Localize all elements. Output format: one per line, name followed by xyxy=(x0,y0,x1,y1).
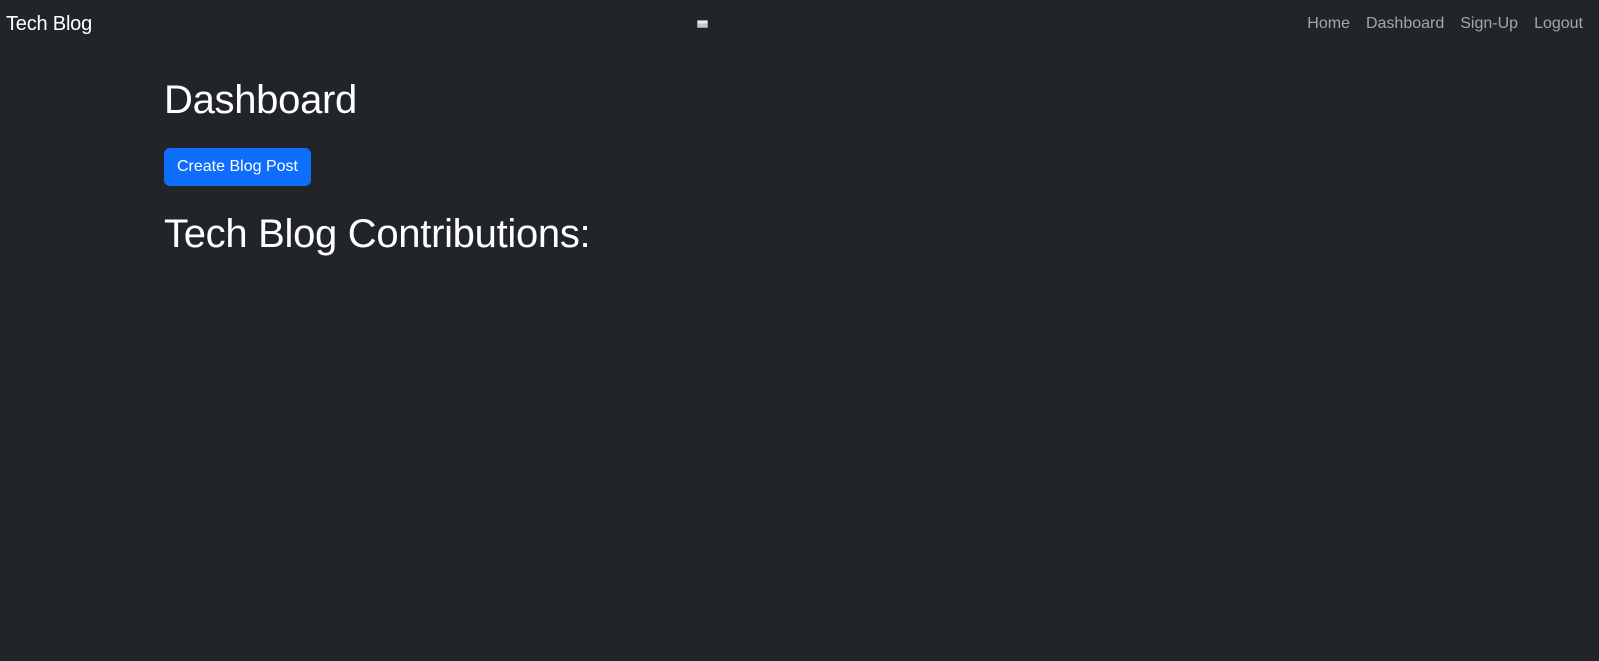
brand-link[interactable]: Tech Blog xyxy=(6,11,92,37)
create-blog-post-button[interactable]: Create Blog Post xyxy=(164,148,311,186)
top-navbar: Tech Blog Home Dashboard Sign-Up Logout xyxy=(0,0,1599,49)
page-title: Dashboard xyxy=(164,78,357,122)
nav-link-home[interactable]: Home xyxy=(1307,13,1350,35)
nav-link-dashboard[interactable]: Dashboard xyxy=(1366,13,1444,35)
broken-image-icon xyxy=(697,20,708,28)
nav-link-sign-up[interactable]: Sign-Up xyxy=(1460,13,1518,35)
nav-link-logout[interactable]: Logout xyxy=(1534,13,1583,35)
main-content: Dashboard Create Blog Post Tech Blog Con… xyxy=(164,74,591,260)
contributions-heading: Tech Blog Contributions: xyxy=(164,212,591,256)
nav-links: Home Dashboard Sign-Up Logout xyxy=(1307,13,1583,35)
